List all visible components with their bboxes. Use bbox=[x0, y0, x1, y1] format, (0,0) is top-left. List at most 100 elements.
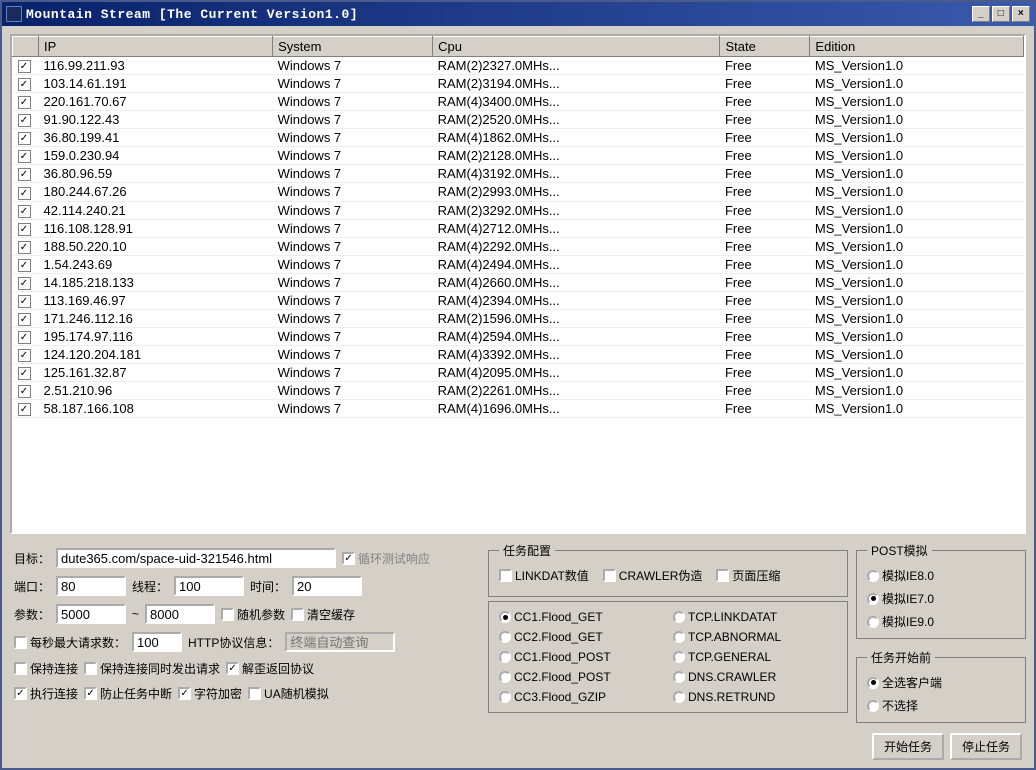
row-checkbox[interactable]: ✓ bbox=[18, 385, 31, 398]
row-checkbox[interactable]: ✓ bbox=[18, 150, 31, 163]
maximize-button[interactable]: □ bbox=[992, 6, 1010, 22]
row-checkbox[interactable]: ✓ bbox=[18, 349, 31, 362]
cell-ip: 124.120.204.181 bbox=[39, 346, 273, 364]
max-req-input[interactable] bbox=[132, 632, 182, 652]
minimize-button[interactable]: _ bbox=[972, 6, 990, 22]
row-checkbox[interactable]: ✓ bbox=[18, 295, 31, 308]
cell-ip: 171.246.112.16 bbox=[39, 309, 273, 327]
cc1-get-radio[interactable] bbox=[499, 611, 511, 623]
column-header[interactable]: Edition bbox=[810, 37, 1024, 57]
row-checkbox[interactable]: ✓ bbox=[18, 168, 31, 181]
port-input[interactable] bbox=[56, 576, 126, 596]
cc1-post-radio[interactable] bbox=[499, 651, 511, 663]
table-row[interactable]: ✓2.51.210.96Windows 7RAM(2)2261.0MHs...F… bbox=[13, 382, 1024, 400]
table-row[interactable]: ✓14.185.218.133Windows 7RAM(4)2660.0MHs.… bbox=[13, 273, 1024, 291]
row-checkbox[interactable]: ✓ bbox=[18, 60, 31, 73]
max-req-checkbox[interactable] bbox=[14, 636, 27, 649]
prevent-interrupt-checkbox[interactable]: ✓ bbox=[84, 687, 97, 700]
table-row[interactable]: ✓36.80.96.59Windows 7RAM(4)3192.0MHs...F… bbox=[13, 165, 1024, 183]
cell-system: Windows 7 bbox=[273, 346, 433, 364]
tcp-general-radio[interactable] bbox=[673, 651, 685, 663]
row-checkbox[interactable]: ✓ bbox=[18, 367, 31, 380]
cc3-gzip-radio[interactable] bbox=[499, 691, 511, 703]
row-checkbox[interactable]: ✓ bbox=[18, 96, 31, 109]
row-checkbox[interactable]: ✓ bbox=[18, 277, 31, 290]
tcp-abnormal-radio[interactable] bbox=[673, 631, 685, 643]
start-task-button[interactable]: 开始任务 bbox=[872, 733, 944, 760]
clear-cache-checkbox[interactable] bbox=[291, 608, 304, 621]
keep-conn-label: 保持连接 bbox=[30, 660, 78, 677]
param-lo-input[interactable] bbox=[56, 604, 126, 624]
row-checkbox[interactable]: ✓ bbox=[18, 187, 31, 200]
exec-conn-checkbox[interactable]: ✓ bbox=[14, 687, 27, 700]
page-compress-checkbox[interactable] bbox=[716, 569, 729, 582]
table-row[interactable]: ✓171.246.112.16Windows 7RAM(2)1596.0MHs.… bbox=[13, 309, 1024, 327]
keep-conn-checkbox[interactable] bbox=[14, 662, 27, 675]
table-row[interactable]: ✓159.0.230.94Windows 7RAM(2)2128.0MHs...… bbox=[13, 147, 1024, 165]
cell-ip: 2.51.210.96 bbox=[39, 382, 273, 400]
row-checkbox[interactable]: ✓ bbox=[18, 241, 31, 254]
target-input[interactable] bbox=[56, 548, 336, 568]
table-row[interactable]: ✓113.169.46.97Windows 7RAM(4)2394.0MHs..… bbox=[13, 291, 1024, 309]
loop-test-checkbox[interactable]: ✓ bbox=[342, 552, 355, 565]
row-checkbox[interactable]: ✓ bbox=[18, 403, 31, 416]
random-params-checkbox[interactable] bbox=[221, 608, 234, 621]
close-button[interactable]: × bbox=[1012, 6, 1030, 22]
linkdat-checkbox[interactable] bbox=[499, 569, 512, 582]
table-row[interactable]: ✓103.14.61.191Windows 7RAM(2)3194.0MHs..… bbox=[13, 75, 1024, 93]
row-checkbox[interactable]: ✓ bbox=[18, 331, 31, 344]
table-row[interactable]: ✓220.161.70.67Windows 7RAM(4)3400.0MHs..… bbox=[13, 93, 1024, 111]
cell-system: Windows 7 bbox=[273, 111, 433, 129]
table-row[interactable]: ✓36.80.199.41Windows 7RAM(4)1862.0MHs...… bbox=[13, 129, 1024, 147]
dns-crawler-radio[interactable] bbox=[673, 671, 685, 683]
no-select-radio[interactable] bbox=[867, 700, 879, 712]
time-input[interactable] bbox=[292, 576, 362, 596]
column-header[interactable]: Cpu bbox=[433, 37, 720, 57]
row-checkbox[interactable]: ✓ bbox=[18, 132, 31, 145]
cell-system: Windows 7 bbox=[273, 129, 433, 147]
parse-response-checkbox[interactable]: ✓ bbox=[226, 662, 239, 675]
cell-state: Free bbox=[720, 111, 810, 129]
row-checkbox[interactable]: ✓ bbox=[18, 205, 31, 218]
table-row[interactable]: ✓116.108.128.91Windows 7RAM(4)2712.0MHs.… bbox=[13, 219, 1024, 237]
column-header[interactable]: IP bbox=[39, 37, 273, 57]
cell-ip: 159.0.230.94 bbox=[39, 147, 273, 165]
dns-retrund-radio[interactable] bbox=[673, 691, 685, 703]
ua-random-checkbox[interactable] bbox=[248, 687, 261, 700]
crawler-checkbox[interactable] bbox=[603, 569, 616, 582]
tcp-general-label: TCP.GENERAL bbox=[688, 650, 771, 664]
keep-conn-send-checkbox[interactable] bbox=[84, 662, 97, 675]
cell-edition: MS_Version1.0 bbox=[810, 237, 1024, 255]
ie9-radio[interactable] bbox=[867, 616, 879, 628]
exec-conn-label: 执行连接 bbox=[30, 685, 78, 702]
column-header[interactable]: State bbox=[720, 37, 810, 57]
param-hi-input[interactable] bbox=[145, 604, 215, 624]
table-row[interactable]: ✓195.174.97.116Windows 7RAM(4)2594.0MHs.… bbox=[13, 327, 1024, 345]
cell-cpu: RAM(2)2128.0MHs... bbox=[433, 147, 720, 165]
row-checkbox[interactable]: ✓ bbox=[18, 78, 31, 91]
table-row[interactable]: ✓91.90.122.43Windows 7RAM(2)2520.0MHs...… bbox=[13, 111, 1024, 129]
char-encrypt-checkbox[interactable]: ✓ bbox=[178, 687, 191, 700]
row-checkbox[interactable]: ✓ bbox=[18, 259, 31, 272]
row-checkbox[interactable]: ✓ bbox=[18, 114, 31, 127]
select-all-radio[interactable] bbox=[867, 677, 879, 689]
threads-input[interactable] bbox=[174, 576, 244, 596]
column-header[interactable]: System bbox=[273, 37, 433, 57]
table-row[interactable]: ✓58.187.166.108Windows 7RAM(4)1696.0MHs.… bbox=[13, 400, 1024, 418]
table-row[interactable]: ✓124.120.204.181Windows 7RAM(4)3392.0MHs… bbox=[13, 346, 1024, 364]
table-row[interactable]: ✓188.50.220.10Windows 7RAM(4)2292.0MHs..… bbox=[13, 237, 1024, 255]
ie7-radio[interactable] bbox=[867, 593, 879, 605]
row-checkbox[interactable]: ✓ bbox=[18, 223, 31, 236]
table-row[interactable]: ✓116.99.211.93Windows 7RAM(2)2327.0MHs..… bbox=[13, 57, 1024, 75]
row-checkbox[interactable]: ✓ bbox=[18, 313, 31, 326]
stop-task-button[interactable]: 停止任务 bbox=[950, 733, 1022, 760]
cc2-get-radio[interactable] bbox=[499, 631, 511, 643]
ie8-radio[interactable] bbox=[867, 570, 879, 582]
tcp-linkdat-radio[interactable] bbox=[673, 611, 685, 623]
table-row[interactable]: ✓42.114.240.21Windows 7RAM(2)3292.0MHs..… bbox=[13, 201, 1024, 219]
table-row[interactable]: ✓125.161.32.87Windows 7RAM(4)2095.0MHs..… bbox=[13, 364, 1024, 382]
table-row[interactable]: ✓180.244.67.26Windows 7RAM(2)2993.0MHs..… bbox=[13, 183, 1024, 201]
cc2-post-radio[interactable] bbox=[499, 671, 511, 683]
table-row[interactable]: ✓1.54.243.69Windows 7RAM(4)2494.0MHs...F… bbox=[13, 255, 1024, 273]
cell-system: Windows 7 bbox=[273, 255, 433, 273]
